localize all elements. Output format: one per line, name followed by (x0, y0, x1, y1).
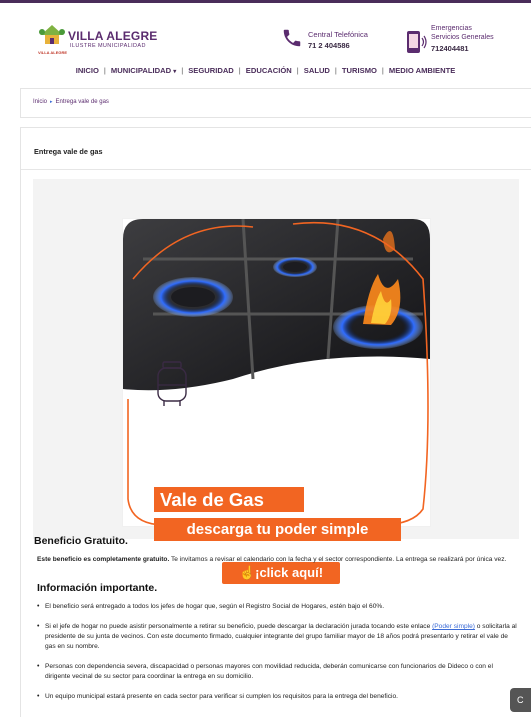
list-item-text: Si el jefe de hogar no puede asistir per… (45, 623, 433, 630)
benefit-bold-text: Este beneficio es completamente gratuito… (37, 556, 170, 563)
click-here-label: ¡click aquí! (255, 565, 324, 580)
gas-voucher-banner[interactable]: Vale de Gas descarga tu poder simple ☝¡c… (122, 218, 431, 584)
nav-item-turismo[interactable]: TURISMO (342, 66, 377, 75)
nav-item-inicio[interactable]: INICIO (76, 66, 99, 75)
site-header: VILLA ALEGRE ILUSTRE MUNICIPALIDAD VILLA… (0, 3, 531, 65)
poder-simple-link[interactable]: (Poder simple) (432, 623, 475, 630)
nav-item-seguridad[interactable]: SEGURIDAD (188, 66, 234, 75)
main-nav: INICIO | MUNICIPALIDAD ▾ | SEGURIDAD | EDUCACI… (0, 66, 531, 80)
breadcrumb-current: Entrega vale de gas (55, 99, 109, 105)
hand-pointer-icon: ☝ (238, 565, 256, 580)
list-item-text: El beneficio será entregado a todos los … (45, 603, 385, 610)
list-item-text: Un equipo municipal estará presente en c… (45, 693, 398, 700)
click-here-button[interactable]: ☝¡click aquí! (222, 562, 340, 584)
logo-subtitle: ILUSTRE MUNICIPALIDAD (70, 43, 146, 49)
info-list: El beneficio será entregado a todos los … (37, 602, 517, 712)
mobile-phone-icon (407, 31, 427, 53)
benefit-paragraph: Este beneficio es completamente gratuito… (37, 555, 517, 565)
nav-separator: | (181, 66, 184, 75)
logo-small-text: VILLA ALEGRE (38, 50, 68, 55)
nav-item-medio-ambiente[interactable]: MEDIO AMBIENTE (389, 66, 455, 75)
list-item: El beneficio será entregado a todos los … (37, 602, 517, 612)
emergency-phone-number[interactable]: 712404481 (431, 44, 469, 53)
list-item: Un equipo municipal estará presente en c… (37, 692, 517, 702)
chevron-right-icon: ▸ (50, 99, 53, 105)
breadcrumb-home-link[interactable]: Inicio (33, 99, 47, 105)
benefit-text: Te invitamos a revisar el calendario con… (169, 556, 507, 563)
page-title: Entrega vale de gas (34, 147, 103, 156)
list-item: Si el jefe de hogar no puede asistir per… (37, 622, 517, 652)
central-phone-label: Central Telefónica (308, 30, 368, 39)
breadcrumb: Inicio ▸ Entrega vale de gas (33, 99, 109, 105)
chat-widget-button[interactable]: C (510, 688, 531, 712)
logo-name[interactable]: VILLA ALEGRE (68, 29, 158, 43)
emergency-label: Emergencias (431, 25, 472, 32)
nav-separator: | (103, 66, 106, 75)
nav-separator: | (381, 66, 384, 75)
emergency-services-label: Servicios Generales (431, 34, 494, 41)
nav-separator: | (238, 66, 241, 75)
central-phone-number[interactable]: 71 2 404586 (308, 41, 350, 50)
stove-burner-image (123, 219, 430, 526)
nav-item-salud[interactable]: SALUD (304, 66, 330, 75)
phone-icon (283, 29, 301, 47)
benefit-heading: Beneficio Gratuito. (34, 535, 128, 547)
nav-item-label: MUNICIPALIDAD (110, 66, 172, 75)
breadcrumb-bar: Inicio ▸ Entrega vale de gas (20, 88, 531, 118)
list-item-text: Personas con dependencia severa, discapa… (45, 663, 493, 680)
nav-separator: | (296, 66, 299, 75)
chevron-down-icon: ▾ (173, 69, 177, 75)
list-item: Personas con dependencia severa, discapa… (37, 662, 517, 682)
municipal-logo-icon[interactable] (38, 23, 66, 49)
divider (21, 169, 531, 170)
info-heading: Información importante. (37, 582, 158, 594)
banner-subtitle: descarga tu poder simple (154, 518, 401, 541)
banner-title: Vale de Gas (154, 487, 304, 512)
nav-item-educacion[interactable]: EDUCACIÓN (246, 66, 292, 75)
nav-item-municipalidad[interactable]: MUNICIPALIDAD ▾ (111, 66, 176, 75)
nav-separator: | (334, 66, 337, 75)
